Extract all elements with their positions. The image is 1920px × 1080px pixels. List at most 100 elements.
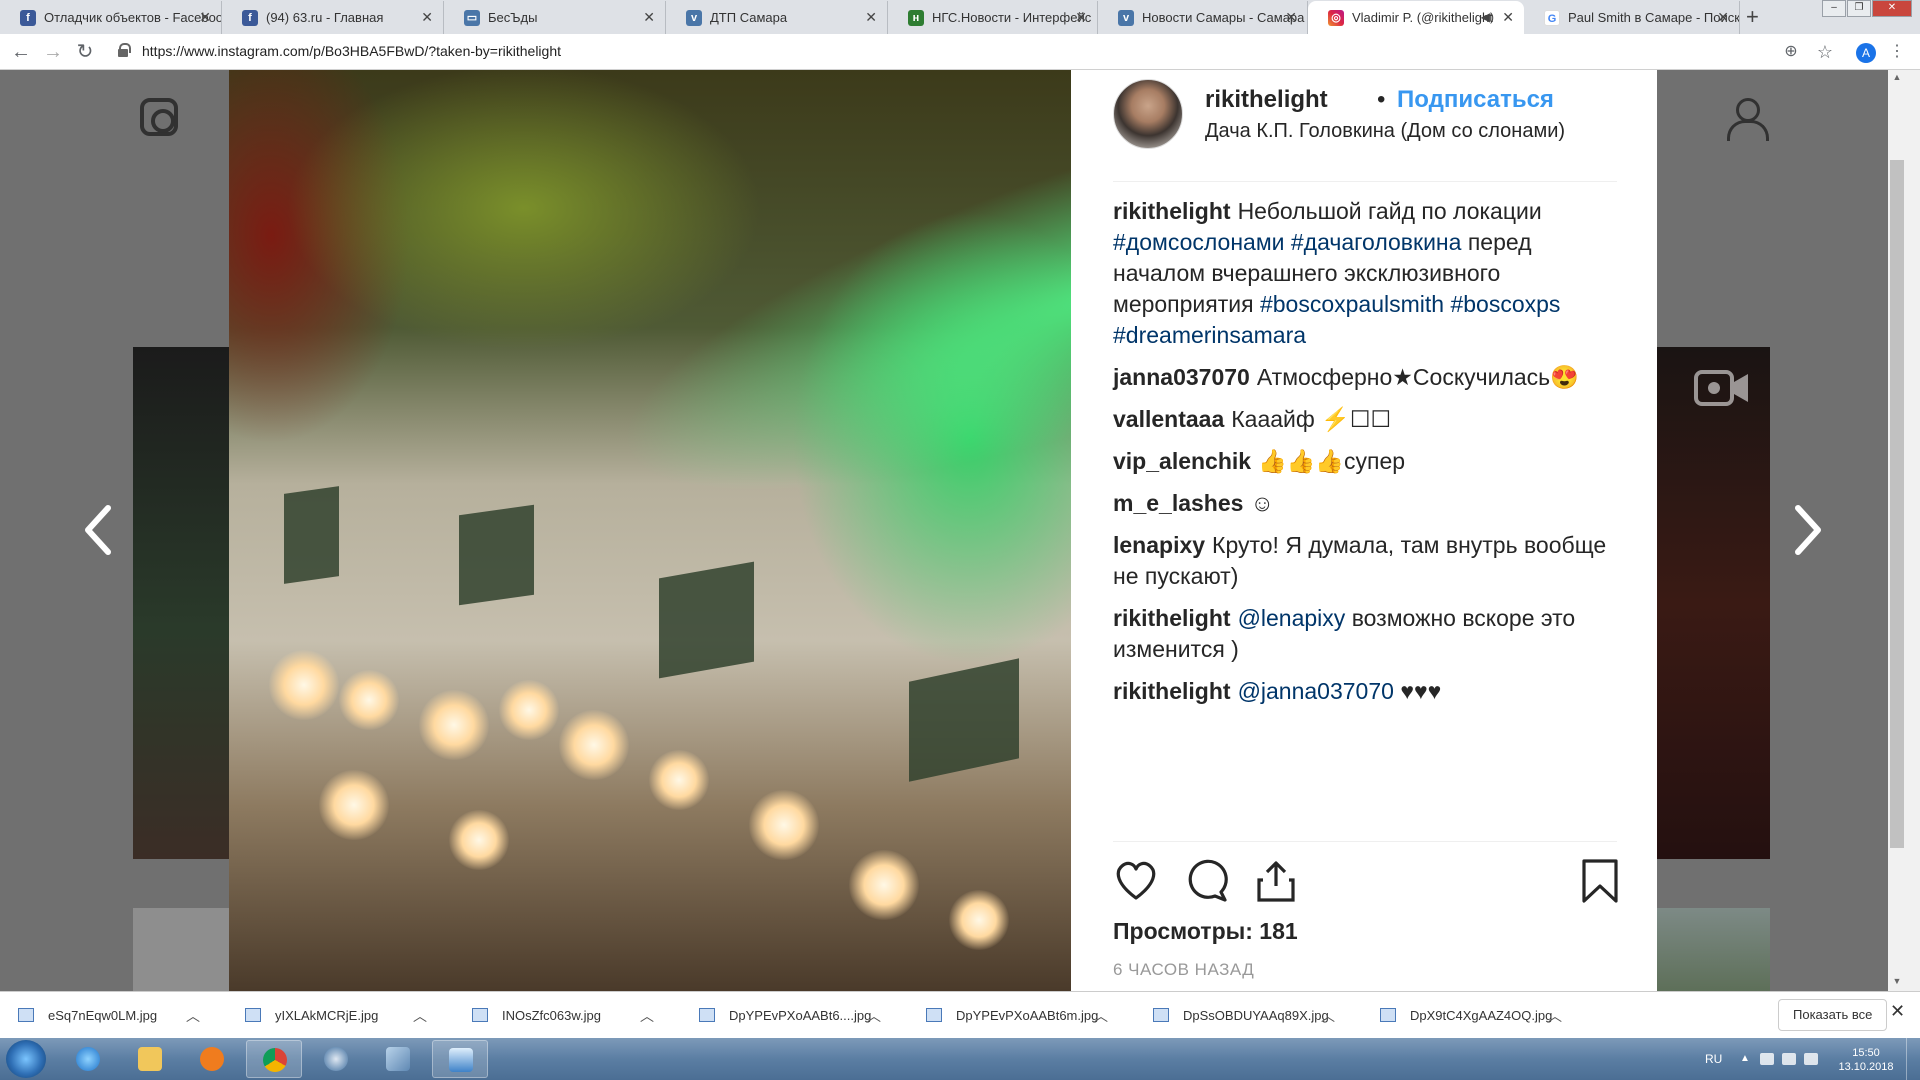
tray-volume-icon[interactable] — [1804, 1053, 1818, 1065]
speaker-icon[interactable]: ◀) — [1481, 1, 1494, 34]
video-frame-candle — [559, 710, 629, 780]
follow-button[interactable]: Подписаться — [1397, 86, 1554, 114]
author-avatar[interactable] — [1113, 79, 1183, 149]
background-thumbnail — [133, 908, 229, 991]
close-icon[interactable]: ✕ — [1075, 1, 1087, 34]
new-tab-button[interactable]: + — [1746, 2, 1759, 32]
vk-icon: v — [686, 10, 702, 26]
close-window-button[interactable]: ✕ — [1872, 0, 1912, 17]
taskbar-media-player[interactable] — [184, 1040, 240, 1078]
close-icon[interactable]: ✕ — [1502, 1, 1514, 34]
hashtag-link[interactable]: #boscoxps — [1450, 291, 1560, 317]
scrollbar-thumb[interactable] — [1890, 160, 1904, 848]
chevron-up-icon[interactable]: ︿ — [186, 1000, 200, 1032]
tab-besedy[interactable]: ▭ БесЪды ✕ — [444, 1, 666, 34]
download-item[interactable]: INOsZfc063w.jpg ︿ — [454, 1000, 674, 1032]
zoom-icon[interactable]: ⊕ — [1778, 39, 1804, 65]
taskbar-app[interactable] — [370, 1040, 426, 1078]
tray-network-icon[interactable] — [1782, 1053, 1796, 1065]
download-item[interactable]: yIXLAkMCRjE.jpg ︿ — [227, 1000, 447, 1032]
comment-username[interactable]: rikithelight — [1113, 678, 1231, 704]
download-item[interactable]: eSq7nEqw0LM.jpg ︿ — [0, 1000, 220, 1032]
tab-ngs-news[interactable]: н НГС.Новости - Интерфейс ✕ — [888, 1, 1098, 34]
close-icon[interactable]: ✕ — [1285, 1, 1297, 34]
tab-label: ДТП Самара — [710, 10, 788, 25]
save-bookmark-icon[interactable] — [1577, 858, 1623, 904]
download-filename: INOsZfc063w.jpg — [502, 1008, 601, 1023]
profile-avatar[interactable]: A — [1856, 43, 1876, 63]
close-download-bar-icon[interactable]: ✕ — [1890, 1001, 1905, 1022]
mention-link[interactable]: @lenapixy — [1238, 605, 1346, 631]
author-username[interactable]: rikithelight — [1205, 86, 1328, 114]
folder-icon — [138, 1047, 162, 1071]
system-clock[interactable]: 15:50 13.10.2018 — [1830, 1046, 1902, 1074]
close-icon[interactable]: ✕ — [199, 1, 211, 34]
share-icon[interactable] — [1253, 858, 1299, 904]
hashtag-link[interactable]: #дачаголовкина — [1291, 229, 1462, 255]
taskbar-ie[interactable] — [60, 1040, 116, 1078]
comment-username[interactable]: lenapixy — [1113, 532, 1205, 558]
scroll-down-arrow-icon[interactable]: ▼ — [1890, 976, 1904, 986]
close-icon[interactable]: ✕ — [1717, 1, 1729, 34]
taskbar-image-viewer[interactable] — [432, 1040, 488, 1078]
taskbar-app[interactable] — [308, 1040, 364, 1078]
hashtag-link[interactable]: #boscoxpaulsmith — [1260, 291, 1444, 317]
mention-link[interactable]: @janna037070 — [1238, 678, 1394, 704]
chevron-up-icon[interactable]: ︿ — [640, 1000, 654, 1032]
taskbar-chrome[interactable] — [246, 1040, 302, 1078]
url-text: https://www.instagram.com/p/Bo3HBA5FBwD/… — [142, 43, 562, 59]
hashtag-link[interactable]: #dreamerinsamara — [1113, 322, 1306, 348]
close-icon[interactable]: ✕ — [643, 1, 655, 34]
language-indicator[interactable]: RU — [1705, 1052, 1722, 1066]
next-arrow-icon[interactable] — [1788, 502, 1828, 558]
profile-icon[interactable] — [1725, 98, 1769, 141]
download-item[interactable]: DpYPEvPXoAABt6....jpg ︿ — [681, 1000, 901, 1032]
tab-facebook-debugger[interactable]: f Отладчик объектов - Facebook ✕ — [0, 1, 222, 34]
back-arrow-icon[interactable]: ← — [8, 39, 34, 65]
tab-63ru[interactable]: f (94) 63.ru - Главная ✕ — [222, 1, 444, 34]
tab-google-search[interactable]: G Paul Smith в Самаре - Поиск ✕ — [1524, 1, 1740, 34]
comment-username[interactable]: m_e_lashes — [1113, 490, 1243, 516]
comment-username[interactable]: vallentaaa — [1113, 406, 1224, 432]
post-location[interactable]: Дача К.П. Головкина (Дом со слонами) — [1205, 120, 1565, 143]
taskbar-explorer[interactable] — [122, 1040, 178, 1078]
restore-button[interactable]: ❐ — [1847, 0, 1871, 17]
chevron-up-icon[interactable]: ︿ — [1321, 1000, 1335, 1032]
comment-username[interactable]: rikithelight — [1113, 605, 1231, 631]
tab-dtp-samara[interactable]: v ДТП Самара ✕ — [666, 1, 888, 34]
reload-icon[interactable]: ↻ — [72, 39, 98, 65]
previous-arrow-icon[interactable] — [78, 502, 118, 558]
chevron-up-icon[interactable]: ︿ — [413, 1000, 427, 1032]
start-button[interactable] — [6, 1040, 46, 1078]
hashtag-link[interactable]: #домсослонами — [1113, 229, 1285, 255]
like-heart-icon[interactable] — [1113, 858, 1159, 904]
tray-flag-icon[interactable] — [1760, 1053, 1774, 1065]
show-all-downloads-button[interactable]: Показать все — [1778, 999, 1888, 1031]
tab-instagram-post[interactable]: ◎ Vladimir P. (@rikithelight ◀) ✕ — [1308, 1, 1524, 34]
download-item[interactable]: DpYPEvPXoAABt6m.jpg ︿ — [908, 1000, 1128, 1032]
chevron-up-icon[interactable]: ︿ — [1094, 1000, 1108, 1032]
minimize-button[interactable]: – — [1822, 0, 1846, 17]
chevron-up-icon[interactable]: ︿ — [1548, 1000, 1562, 1032]
download-item[interactable]: DpSsOBDUYAAq89X.jpg ︿ — [1135, 1000, 1355, 1032]
chevron-up-icon[interactable]: ︿ — [867, 1000, 881, 1032]
comment-username[interactable]: rikithelight — [1113, 198, 1231, 224]
bookmark-star-icon[interactable]: ☆ — [1812, 39, 1838, 65]
menu-icon[interactable]: ⋮ — [1884, 39, 1910, 65]
download-item[interactable]: DpX9tC4XgAAZ4OQ.jpg ︿ — [1362, 1000, 1582, 1032]
comment-username[interactable]: janna037070 — [1113, 364, 1250, 390]
instagram-logo-icon[interactable] — [140, 98, 178, 136]
video-frame-window — [909, 658, 1019, 782]
close-icon[interactable]: ✕ — [421, 1, 433, 34]
close-icon[interactable]: ✕ — [865, 1, 877, 34]
tray-expand-icon[interactable]: ▲ — [1740, 1053, 1754, 1065]
scroll-up-arrow-icon[interactable]: ▲ — [1890, 72, 1904, 82]
comment-username[interactable]: vip_alenchik — [1113, 448, 1251, 474]
forward-arrow-icon[interactable]: → — [40, 39, 66, 65]
post-timestamp[interactable]: 6 ЧАСОВ НАЗАД — [1113, 960, 1254, 980]
comment-bubble-icon[interactable] — [1183, 858, 1229, 904]
post-video[interactable] — [229, 70, 1071, 991]
address-bar[interactable]: https://www.instagram.com/p/Bo3HBA5FBwD/… — [112, 38, 1792, 66]
tab-samara-news[interactable]: v Новости Самары - Самара ✕ — [1098, 1, 1308, 34]
show-desktop-button[interactable] — [1906, 1038, 1920, 1080]
